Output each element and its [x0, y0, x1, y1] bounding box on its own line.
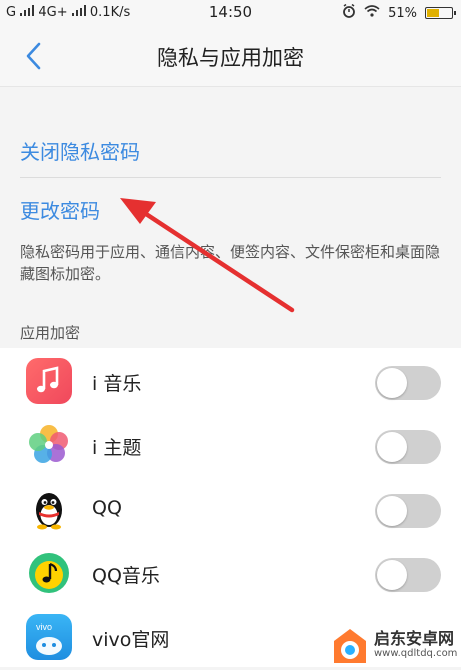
change-password-link[interactable]: 更改密码	[20, 195, 100, 224]
privacy-description: 隐私密码用于应用、通信内容、便签内容、文件保密柜和桌面隐藏图标加密。	[20, 243, 441, 283]
app-name: QQ	[92, 497, 122, 519]
qq-music-icon	[26, 550, 72, 596]
app-list: i 音乐 i 主题 QQ QQ音乐 vivo vivo官网	[0, 348, 461, 667]
toggle-knob	[377, 496, 407, 526]
battery-icon	[425, 7, 456, 19]
list-item-qq-music: QQ音乐	[0, 542, 461, 606]
encryption-toggle[interactable]	[375, 494, 441, 528]
toggle-knob	[377, 560, 407, 590]
app-name: QQ音乐	[92, 565, 160, 587]
app-name: vivo官网	[92, 629, 170, 651]
list-item-vivo-store: vivo vivo官网	[0, 606, 461, 670]
theme-pinwheel-icon	[26, 422, 72, 468]
list-item-i-theme: i 主题	[0, 414, 461, 478]
app-name: i 主题	[92, 437, 142, 459]
alarm-icon	[342, 3, 356, 22]
page-title: 隐私与应用加密	[157, 46, 304, 70]
app-encryption-label: 应用加密	[20, 324, 81, 342]
music-note-icon	[26, 358, 72, 404]
close-password-link[interactable]: 关闭隐私密码	[20, 136, 140, 165]
list-item-qq: QQ	[0, 478, 461, 542]
divider	[20, 177, 441, 178]
encryption-toggle[interactable]	[375, 366, 441, 400]
qq-penguin-icon	[26, 486, 72, 532]
list-item-i-music: i 音乐	[0, 350, 461, 414]
status-bar: G 4G+ 0.1K/s 14:50 51%	[0, 0, 461, 26]
toggle-knob	[377, 432, 407, 462]
encryption-toggle[interactable]	[375, 430, 441, 464]
vivo-store-icon: vivo	[26, 614, 72, 660]
status-right: 51%	[342, 3, 456, 22]
svg-text:vivo: vivo	[36, 622, 52, 632]
wifi-icon	[364, 5, 380, 21]
battery-fill	[427, 9, 440, 17]
encryption-toggle[interactable]	[375, 558, 441, 592]
title-bar: 隐私与应用加密	[0, 26, 461, 87]
privacy-section: 关闭隐私密码 更改密码 隐私密码用于应用、通信内容、便签内容、文件保密柜和桌面隐…	[0, 87, 461, 348]
toggle-knob	[377, 368, 407, 398]
app-name: i 音乐	[92, 373, 142, 395]
battery-percent: 51%	[388, 5, 417, 21]
